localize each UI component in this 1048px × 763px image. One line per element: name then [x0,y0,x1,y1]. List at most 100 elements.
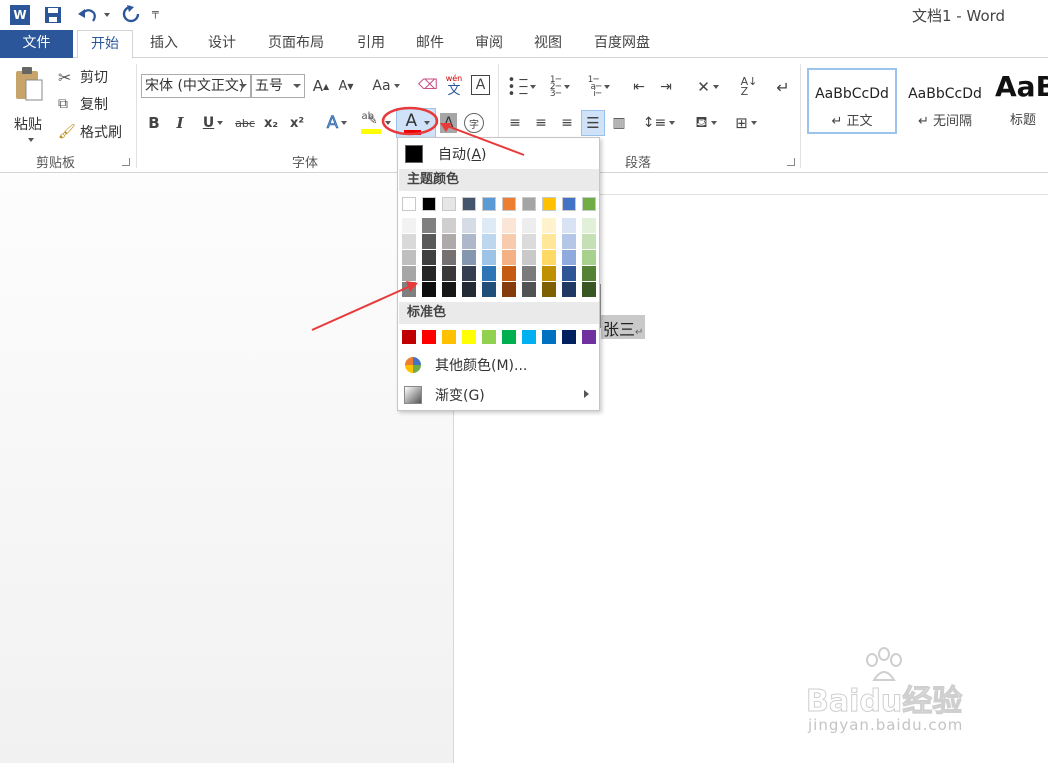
gradient-item[interactable]: 渐变(G) [399,382,599,408]
theme-shade-swatch[interactable] [502,234,516,249]
theme-shade-swatch[interactable] [462,250,476,265]
font-color-button[interactable]: A [396,108,436,138]
theme-shade-swatch[interactable] [502,282,516,297]
tab-design[interactable]: 设计 [198,30,246,58]
automatic-color-item[interactable]: 自动(A) [399,141,599,167]
word-logo-icon[interactable]: W [10,5,30,25]
theme-color-swatch[interactable] [462,197,476,211]
theme-shade-swatch[interactable] [442,282,456,297]
theme-shade-swatch[interactable] [562,282,576,297]
format-painter-button[interactable]: 🖌 格式刷 [58,121,132,143]
clear-formatting-icon[interactable]: ⌫ [417,74,439,96]
theme-shade-swatch[interactable] [402,266,416,281]
theme-shade-swatch[interactable] [402,282,416,297]
customize-qat-icon[interactable]: ╤ [152,6,159,19]
character-shading-button[interactable]: A [440,113,457,133]
theme-shade-swatch[interactable] [462,282,476,297]
line-spacing-button[interactable]: ↕≡ [641,113,677,133]
grow-font-icon[interactable]: A ▲ [312,76,330,96]
standard-color-swatch[interactable] [402,330,416,344]
font-name-combo[interactable]: 宋体 (中文正文) [141,74,251,98]
theme-shade-swatch[interactable] [582,266,596,281]
theme-shade-swatch[interactable] [582,234,596,249]
selected-text[interactable]: 张三↵ [601,315,646,339]
highlight-color-button[interactable]: ab ✎ [357,110,393,136]
standard-color-swatch[interactable] [522,330,536,344]
phonetic-guide-button[interactable]: wén 文 [443,72,465,98]
bold-button[interactable]: B [144,112,164,134]
theme-shade-swatch[interactable] [462,234,476,249]
align-left-icon[interactable]: ≡ [505,113,525,133]
theme-color-swatch[interactable] [522,197,536,211]
undo-dropdown[interactable] [104,13,110,17]
standard-color-swatch[interactable] [442,330,456,344]
theme-shade-swatch[interactable] [402,234,416,249]
theme-shade-swatch[interactable] [502,218,516,233]
align-right-icon[interactable]: ≡ [557,113,577,133]
tab-view[interactable]: 视图 [524,30,572,58]
subscript-button[interactable]: x₂ [260,112,282,134]
standard-color-swatch[interactable] [562,330,576,344]
numbering-button[interactable]: 1─ 2─ 3─ [542,75,578,98]
theme-shade-swatch[interactable] [582,282,596,297]
theme-color-swatch[interactable] [482,197,496,211]
theme-shade-swatch[interactable] [422,218,436,233]
theme-shade-swatch[interactable] [442,218,456,233]
theme-color-swatch[interactable] [582,197,596,211]
theme-shade-swatch[interactable] [522,234,536,249]
tab-references[interactable]: 引用 [347,30,395,58]
underline-button[interactable]: U [196,112,230,134]
theme-color-swatch[interactable] [542,197,556,211]
theme-shade-swatch[interactable] [582,250,596,265]
theme-color-swatch[interactable] [502,197,516,211]
theme-shade-swatch[interactable] [542,218,556,233]
theme-shade-swatch[interactable] [402,250,416,265]
theme-shade-swatch[interactable] [442,250,456,265]
theme-shade-swatch[interactable] [422,282,436,297]
theme-shade-swatch[interactable] [542,250,556,265]
theme-shade-swatch[interactable] [402,218,416,233]
theme-shade-swatch[interactable] [522,266,536,281]
superscript-button[interactable]: x² [286,112,308,134]
theme-shade-swatch[interactable] [482,218,496,233]
font-size-combo[interactable]: 五号 [251,74,305,98]
theme-color-swatch[interactable] [442,197,456,211]
paragraph-launcher-icon[interactable] [787,158,795,166]
text-effects-button[interactable]: A [320,112,354,134]
shrink-font-icon[interactable]: A ▼ [337,76,355,96]
align-center-icon[interactable]: ≡ [531,113,551,133]
theme-shade-swatch[interactable] [542,234,556,249]
theme-shade-swatch[interactable] [502,250,516,265]
theme-shade-swatch[interactable] [442,234,456,249]
clipboard-launcher-icon[interactable] [122,158,130,166]
theme-shade-swatch[interactable] [522,282,536,297]
standard-color-swatch[interactable] [542,330,556,344]
redo-icon[interactable] [121,4,141,24]
theme-color-swatch[interactable] [402,197,416,211]
multilevel-list-button[interactable]: 1─ a─ i─ [581,75,617,98]
bullets-button[interactable]: • ─ • ─ • ─ [504,74,540,101]
theme-shade-swatch[interactable] [422,266,436,281]
sort-icon[interactable]: A↓ Z [738,76,760,98]
theme-shade-swatch[interactable] [522,250,536,265]
theme-shade-swatch[interactable] [562,250,576,265]
distributed-icon[interactable]: ▥ [608,113,630,133]
theme-shade-swatch[interactable] [422,234,436,249]
theme-shade-swatch[interactable] [462,218,476,233]
theme-shade-swatch[interactable] [562,266,576,281]
style-heading[interactable]: AaB 标题 [992,68,1048,134]
standard-color-swatch[interactable] [482,330,496,344]
tab-layout[interactable]: 页面布局 [258,30,334,58]
show-marks-icon[interactable]: ↵ [772,76,794,98]
theme-color-swatch[interactable] [562,197,576,211]
chinese-layout-button[interactable]: ✕ [690,76,726,98]
character-border-button[interactable]: A [471,75,490,95]
theme-shade-swatch[interactable] [462,266,476,281]
borders-button[interactable]: ⊞ [728,113,764,133]
theme-color-swatch[interactable] [422,197,436,211]
more-colors-item[interactable]: 其他颜色(M)... [399,352,599,378]
justify-icon[interactable]: ☰ [581,110,605,136]
theme-shade-swatch[interactable] [542,282,556,297]
standard-color-swatch[interactable] [462,330,476,344]
standard-color-swatch[interactable] [502,330,516,344]
